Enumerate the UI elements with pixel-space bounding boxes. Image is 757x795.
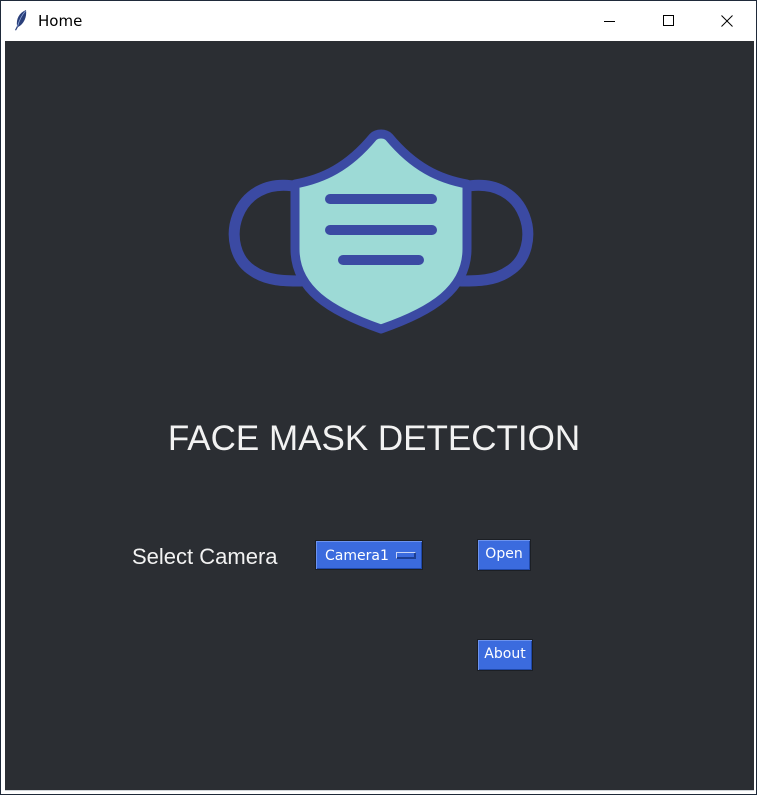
maximize-icon [663, 15, 674, 26]
about-button[interactable]: About [477, 639, 533, 671]
camera-select[interactable]: Camera1 [315, 540, 423, 570]
minimize-button[interactable] [581, 1, 639, 41]
open-button[interactable]: Open [477, 539, 531, 571]
maximize-button[interactable] [640, 1, 698, 41]
camera-select-value: Camera1 [325, 548, 389, 564]
select-camera-label: Select Camera [132, 544, 278, 569]
title-bar[interactable]: Home [1, 1, 756, 41]
app-window: Home FACE MASK DETECTION Select Camera C… [0, 0, 757, 795]
close-button[interactable] [698, 1, 756, 41]
face-mask-icon [228, 129, 534, 334]
main-panel: FACE MASK DETECTION Select Camera Camera… [5, 41, 754, 791]
window-title: Home [38, 12, 83, 30]
close-icon [721, 15, 733, 27]
option-menu-indicator-icon [396, 552, 416, 559]
page-title: FACE MASK DETECTION [167, 419, 581, 458]
feather-icon [15, 10, 27, 31]
minimize-icon [604, 21, 615, 22]
